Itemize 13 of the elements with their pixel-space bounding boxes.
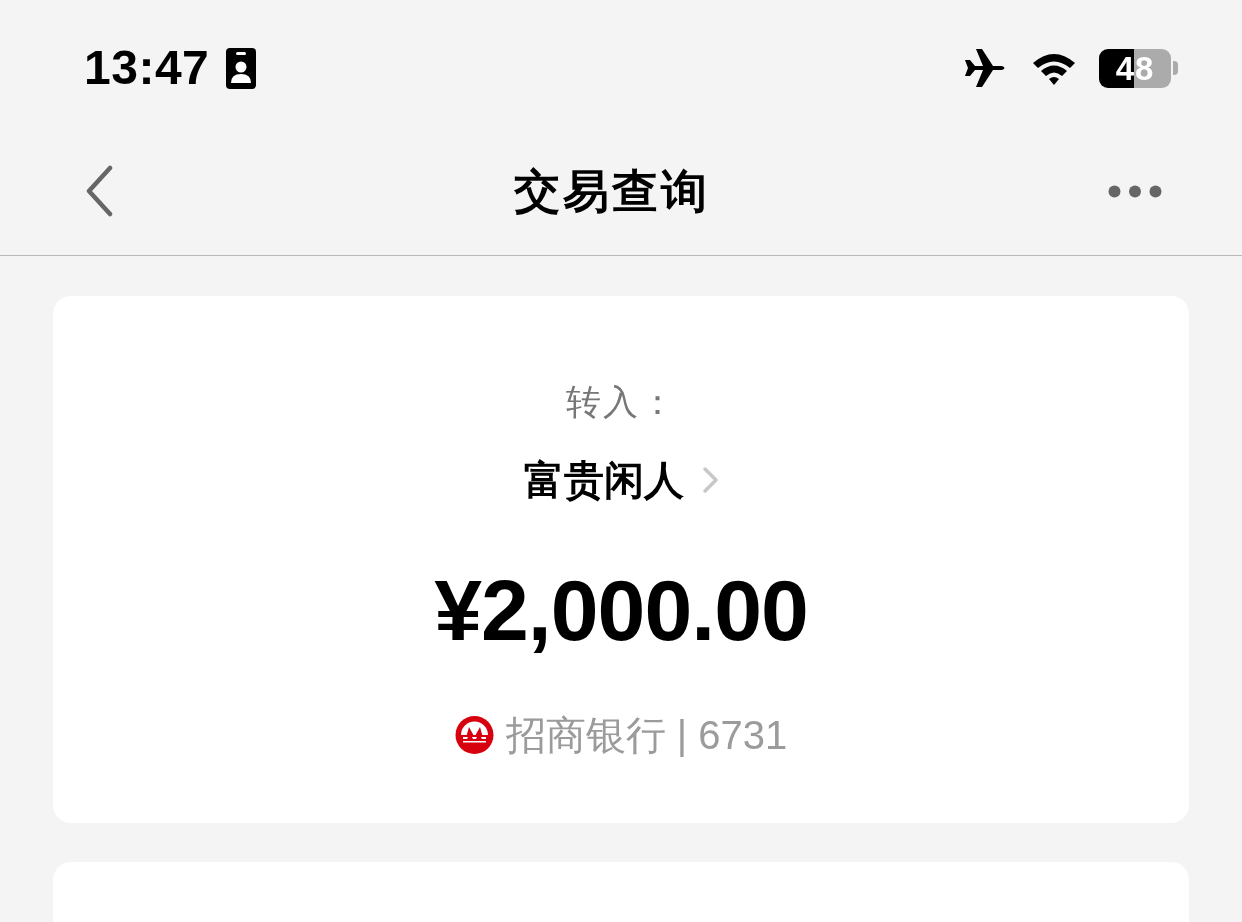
id-badge-icon — [226, 47, 257, 89]
more-icon — [1108, 184, 1162, 198]
back-chevron-icon — [84, 165, 114, 218]
wifi-icon — [1031, 51, 1077, 85]
payee-link[interactable]: 富贵闲人 — [523, 457, 719, 502]
amount-text: ¥2,000.00 — [434, 563, 808, 656]
page-title: 交易查询 — [514, 164, 710, 220]
bank-account-text: 招商银行 | 6731 — [505, 711, 788, 758]
status-time: 13:47 — [84, 44, 210, 92]
transfer-label: 转入： — [565, 381, 677, 422]
chevron-right-icon — [701, 465, 719, 494]
more-button[interactable] — [1108, 184, 1162, 199]
airplane-mode-icon — [963, 48, 1007, 88]
